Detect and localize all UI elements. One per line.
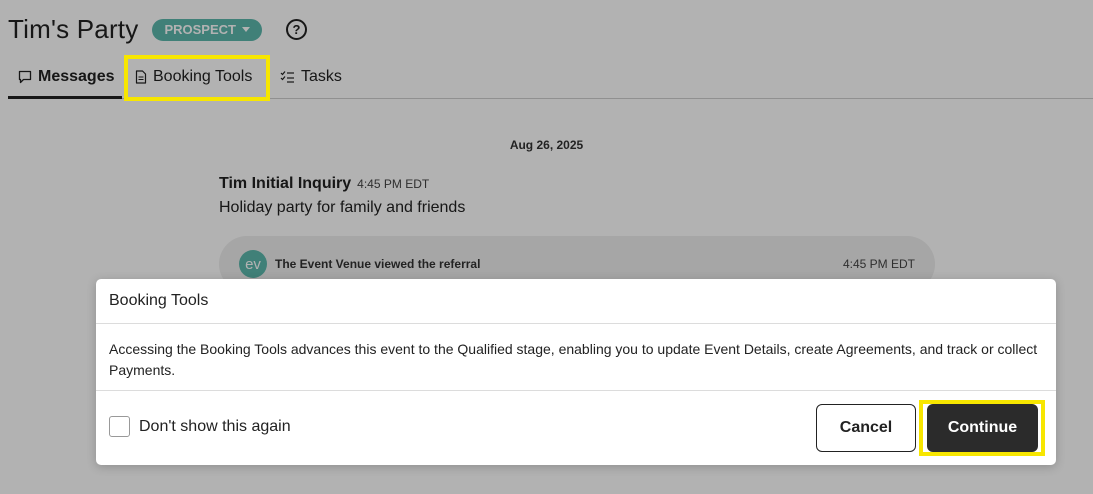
dont-show-again-label[interactable]: Don't show this again <box>139 418 291 436</box>
dialog-title: Booking Tools <box>96 279 1056 324</box>
cancel-button[interactable]: Cancel <box>816 404 916 452</box>
dont-show-again-option[interactable]: Don't show this again <box>109 416 291 437</box>
dialog-footer: Don't show this again Cancel Continue <box>96 391 1056 465</box>
dialog-message: Accessing the Booking Tools advances thi… <box>96 324 1056 391</box>
dont-show-again-checkbox[interactable] <box>109 416 130 437</box>
highlight-frame-continue <box>919 400 1045 456</box>
event-page: Tim's Party PROSPECT ? Messages Booking … <box>0 0 1093 494</box>
booking-tools-dialog: Booking Tools Accessing the Booking Tool… <box>96 279 1056 465</box>
highlight-frame-booking-tools <box>124 55 270 101</box>
